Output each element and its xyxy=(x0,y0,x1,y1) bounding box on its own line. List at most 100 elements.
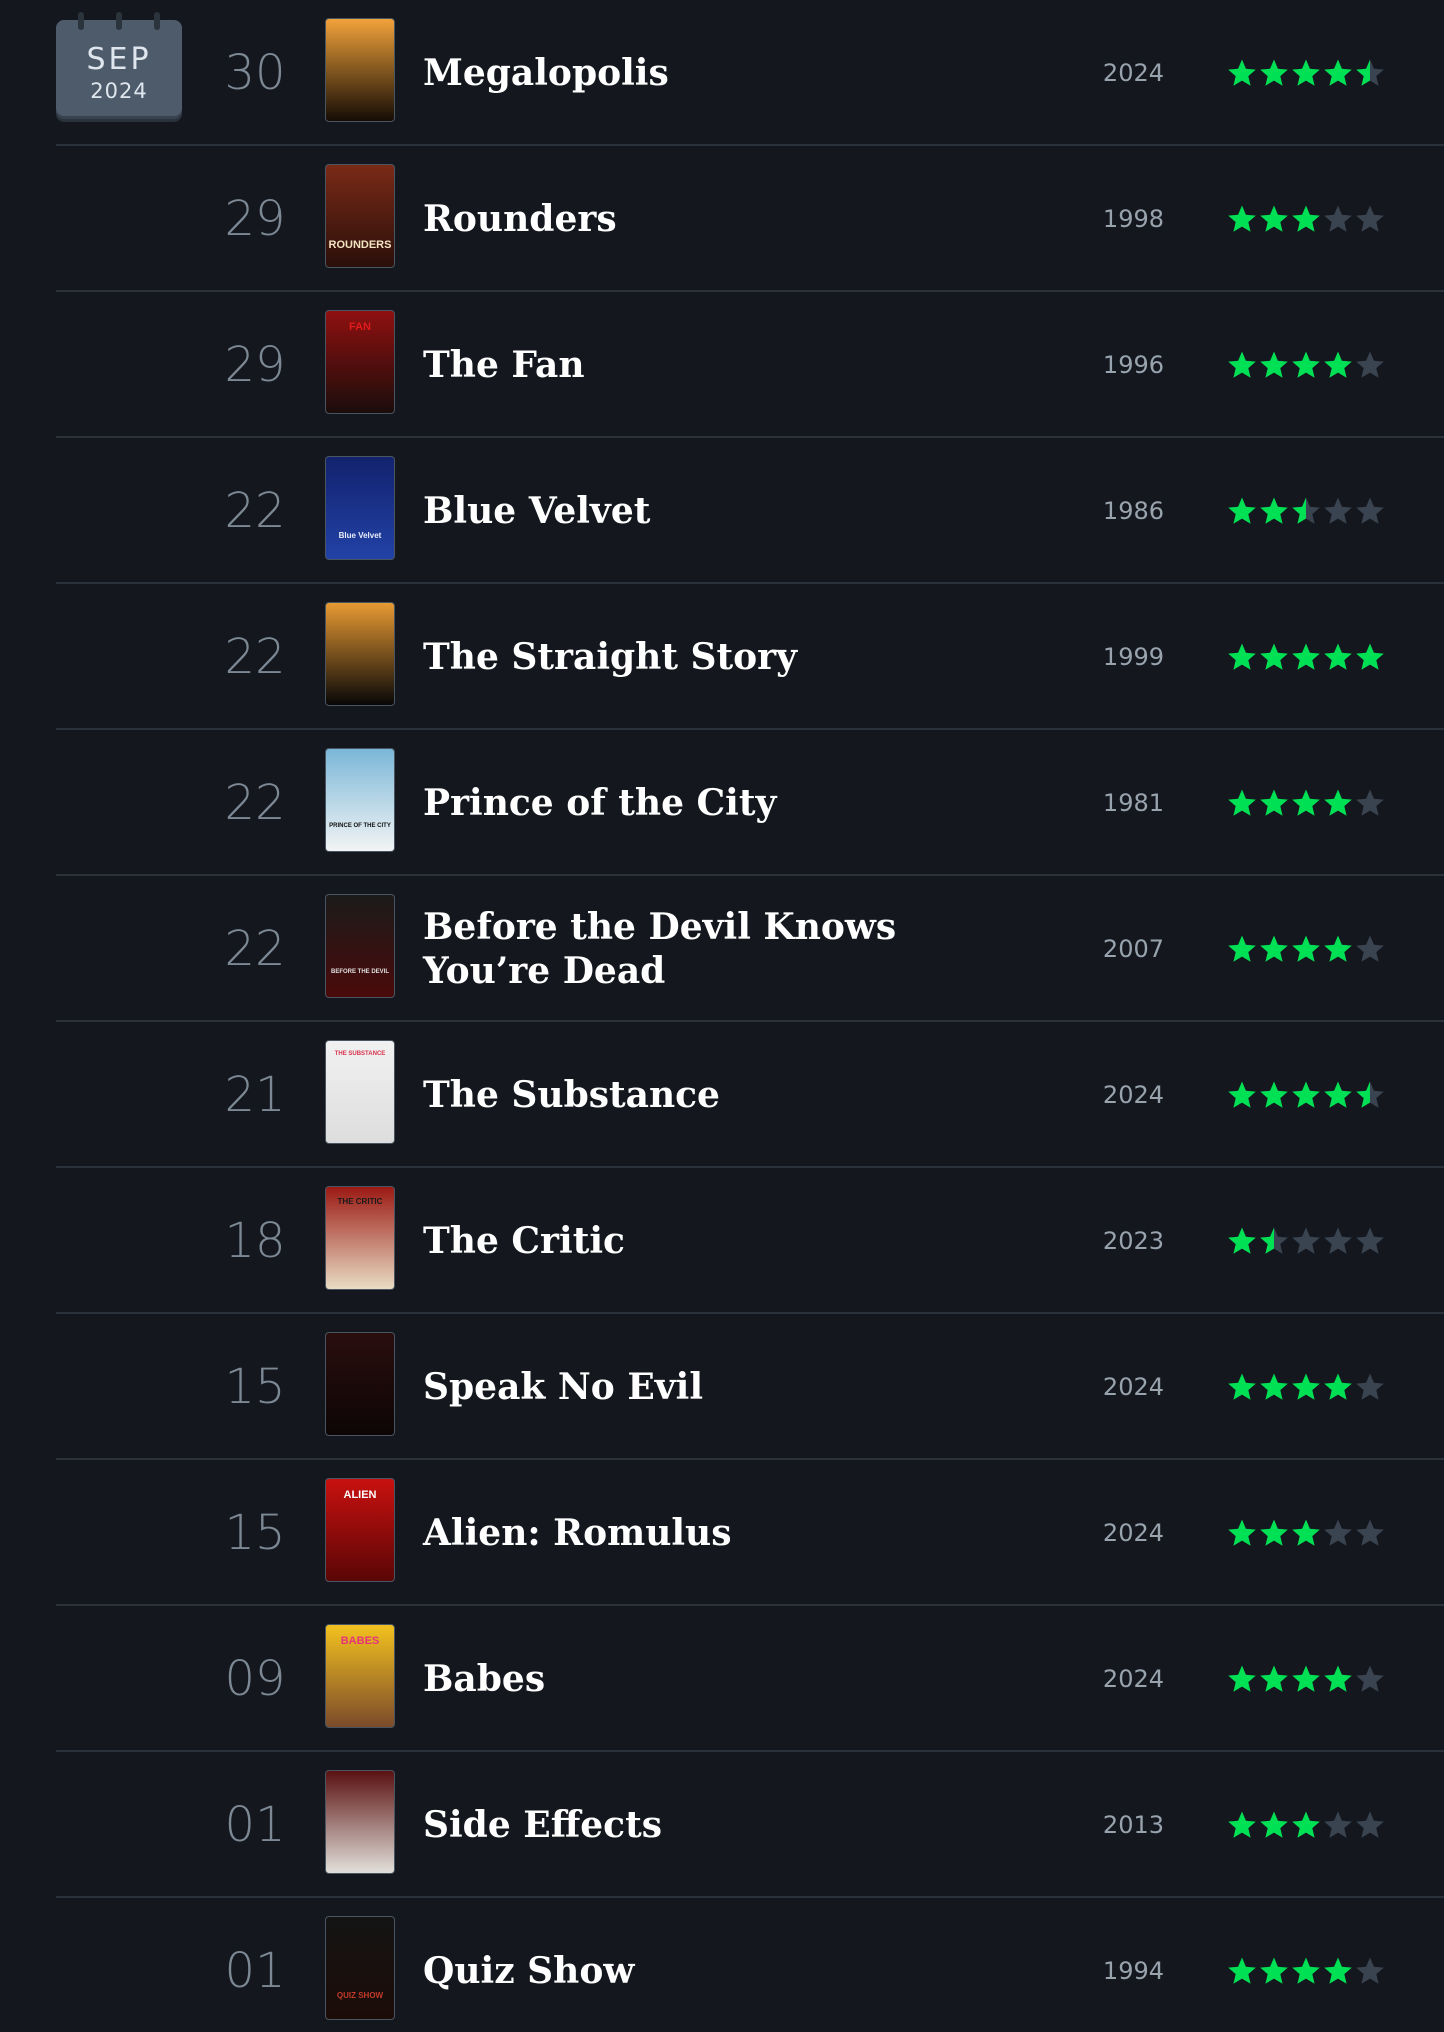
release-year[interactable]: 1999 xyxy=(1060,584,1164,730)
release-year[interactable]: 1981 xyxy=(1060,730,1164,876)
film-title[interactable]: Megalopolis xyxy=(423,0,1003,146)
star-filled-icon xyxy=(1260,205,1288,232)
star-empty-icon xyxy=(1356,351,1384,378)
diary-entry-row[interactable]: 22 Blue Velvet Blue Velvet 1986 xyxy=(0,438,1444,584)
star-empty-icon xyxy=(1356,205,1384,232)
release-year[interactable]: 2013 xyxy=(1060,1752,1164,1898)
film-title[interactable]: Blue Velvet xyxy=(423,438,1003,584)
entry-day[interactable]: 30 xyxy=(200,38,310,108)
poster-thumbnail[interactable]: ROUNDERS xyxy=(325,164,395,268)
star-filled-icon xyxy=(1292,1081,1320,1108)
entry-day[interactable]: 21 xyxy=(200,1060,310,1130)
poster-thumbnail[interactable]: BEFORE THE DEVIL xyxy=(325,894,395,998)
star-filled-icon xyxy=(1324,351,1352,378)
release-year[interactable]: 2024 xyxy=(1060,1314,1164,1460)
star-filled-icon xyxy=(1260,497,1288,524)
star-filled-icon xyxy=(1228,1081,1256,1108)
poster-thumbnail[interactable] xyxy=(325,18,395,122)
poster-lettering: FAN xyxy=(349,321,371,333)
release-year[interactable]: 2024 xyxy=(1060,1022,1164,1168)
release-year[interactable]: 2024 xyxy=(1060,1606,1164,1752)
release-year[interactable]: 1998 xyxy=(1060,146,1164,292)
poster-thumbnail[interactable]: THE SUBSTANCE xyxy=(325,1040,395,1144)
film-title[interactable]: Before the Devil Knows You’re Dead xyxy=(423,876,1003,1022)
star-empty-icon xyxy=(1356,1957,1384,1984)
entry-day[interactable]: 22 xyxy=(200,622,310,692)
star-rating xyxy=(1226,1022,1386,1168)
poster-thumbnail[interactable]: ALIEN xyxy=(325,1478,395,1582)
star-rating xyxy=(1226,1460,1386,1606)
entry-day[interactable]: 29 xyxy=(200,330,310,400)
poster-thumbnail[interactable]: BABES xyxy=(325,1624,395,1728)
poster-thumbnail[interactable] xyxy=(325,1770,395,1874)
release-year[interactable]: 2024 xyxy=(1060,0,1164,146)
diary-entry-row[interactable]: 22 The Straight Story 1999 xyxy=(0,584,1444,730)
poster-thumbnail[interactable] xyxy=(325,1332,395,1436)
star-rating xyxy=(1226,438,1386,584)
entry-day[interactable]: 22 xyxy=(200,914,310,984)
film-title[interactable]: Rounders xyxy=(423,146,1003,292)
star-filled-icon xyxy=(1228,205,1256,232)
film-title[interactable]: Prince of the City xyxy=(423,730,1003,876)
diary-entry-row[interactable]: 15 ALIEN Alien: Romulus 2024 xyxy=(0,1460,1444,1606)
release-year[interactable]: 1986 xyxy=(1060,438,1164,584)
entry-day[interactable]: 22 xyxy=(200,768,310,838)
poster-thumbnail[interactable]: FAN xyxy=(325,310,395,414)
star-empty-icon xyxy=(1324,1811,1352,1838)
star-empty-icon xyxy=(1356,1519,1384,1546)
entry-day[interactable]: 29 xyxy=(200,184,310,254)
release-year[interactable]: 2023 xyxy=(1060,1168,1164,1314)
poster-thumbnail[interactable]: PRINCE OF THE CITY xyxy=(325,748,395,852)
star-filled-icon xyxy=(1292,789,1320,816)
film-title[interactable]: Side Effects xyxy=(423,1752,1003,1898)
star-empty-icon xyxy=(1356,497,1384,524)
entry-day[interactable]: 22 xyxy=(200,476,310,546)
star-filled-icon xyxy=(1292,1373,1320,1400)
star-filled-icon xyxy=(1228,1811,1256,1838)
poster-thumbnail[interactable]: QUIZ SHOW xyxy=(325,1916,395,2020)
release-year[interactable]: 2024 xyxy=(1060,1460,1164,1606)
film-title[interactable]: Speak No Evil xyxy=(423,1314,1003,1460)
diary-entry-row[interactable]: 09 BABES Babes 2024 xyxy=(0,1606,1444,1752)
entry-day[interactable]: 15 xyxy=(200,1498,310,1568)
star-filled-icon xyxy=(1356,643,1384,670)
film-title[interactable]: The Fan xyxy=(423,292,1003,438)
film-title[interactable]: Alien: Romulus xyxy=(423,1460,1003,1606)
poster-thumbnail[interactable] xyxy=(325,602,395,706)
diary-entry-row[interactable]: 29 FAN The Fan 1996 xyxy=(0,292,1444,438)
entry-day[interactable]: 01 xyxy=(200,1790,310,1860)
star-filled-icon xyxy=(1292,1519,1320,1546)
diary-entry-row[interactable]: 01 Side Effects 2013 xyxy=(0,1752,1444,1898)
star-filled-icon xyxy=(1292,1665,1320,1692)
star-filled-icon xyxy=(1292,935,1320,962)
diary-entry-row[interactable]: 18 THE CRITIC The Critic 2023 xyxy=(0,1168,1444,1314)
diary-entry-row[interactable]: 29 ROUNDERS Rounders 1998 xyxy=(0,146,1444,292)
diary-entry-row[interactable]: 30 Megalopolis 2024 xyxy=(0,0,1444,146)
star-rating xyxy=(1226,292,1386,438)
poster-thumbnail[interactable]: Blue Velvet xyxy=(325,456,395,560)
film-title[interactable]: Babes xyxy=(423,1606,1003,1752)
star-rating xyxy=(1226,876,1386,1022)
release-year[interactable]: 2007 xyxy=(1060,876,1164,1022)
release-year[interactable]: 1994 xyxy=(1060,1898,1164,2032)
film-title[interactable]: The Straight Story xyxy=(423,584,1003,730)
entry-day[interactable]: 18 xyxy=(200,1206,310,1276)
star-filled-icon xyxy=(1228,351,1256,378)
release-year[interactable]: 1996 xyxy=(1060,292,1164,438)
film-title[interactable]: The Critic xyxy=(423,1168,1003,1314)
entry-day[interactable]: 09 xyxy=(200,1644,310,1714)
entry-day[interactable]: 01 xyxy=(200,1936,310,2006)
entry-day[interactable]: 15 xyxy=(200,1352,310,1422)
diary-entry-row[interactable]: 21 THE SUBSTANCE The Substance 2024 xyxy=(0,1022,1444,1168)
star-filled-icon xyxy=(1260,351,1288,378)
diary-entry-row[interactable]: 22 BEFORE THE DEVIL Before the Devil Knows… xyxy=(0,876,1444,1022)
film-title[interactable]: The Substance xyxy=(423,1022,1003,1168)
star-filled-icon xyxy=(1260,59,1288,86)
diary-entry-row[interactable]: 22 PRINCE OF THE CITY Prince of the City 19… xyxy=(0,730,1444,876)
diary-entry-row[interactable]: 15 Speak No Evil 2024 xyxy=(0,1314,1444,1460)
poster-lettering: ALIEN xyxy=(343,1489,377,1501)
diary-entry-row[interactable]: 01 QUIZ SHOW Quiz Show 1994 xyxy=(0,1898,1444,2032)
poster-thumbnail[interactable]: THE CRITIC xyxy=(325,1186,395,1290)
star-half-icon xyxy=(1356,1081,1384,1108)
film-title[interactable]: Quiz Show xyxy=(423,1898,1003,2032)
